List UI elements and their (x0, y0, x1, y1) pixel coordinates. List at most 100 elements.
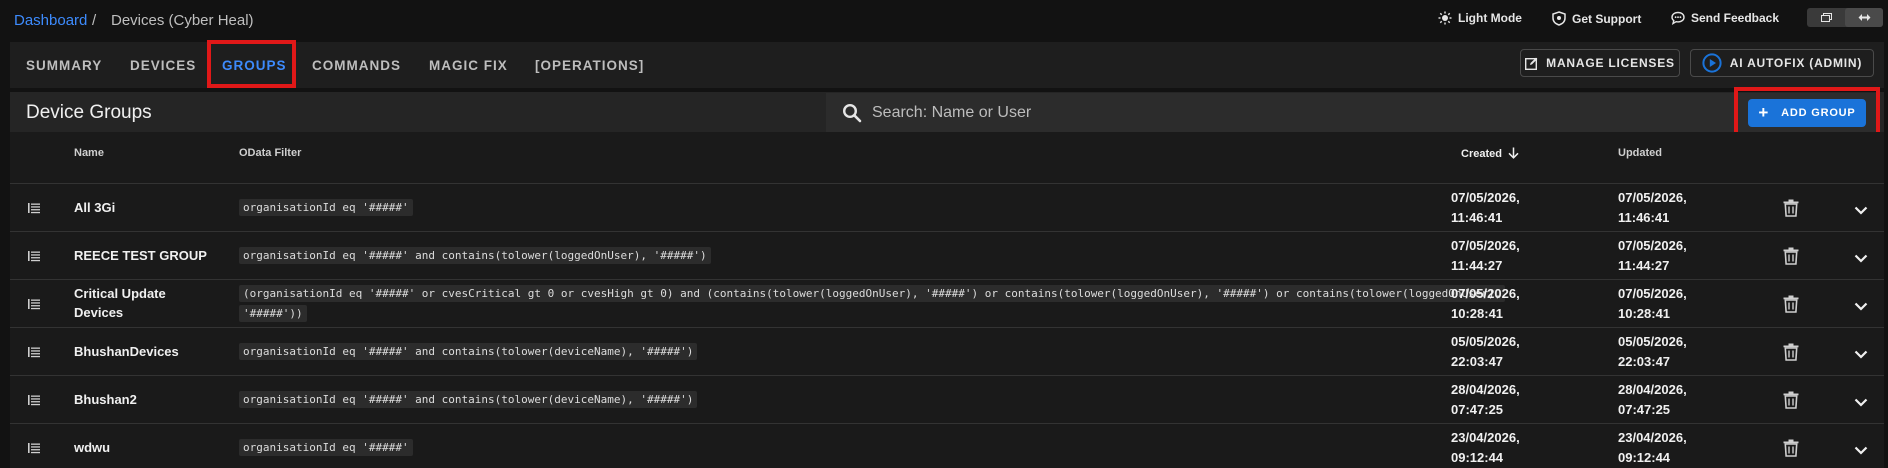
updated-timestamp-line: 22:03:47 (1618, 354, 1671, 369)
odata-filter: organisationId eq '#####' and contains(t… (239, 342, 698, 362)
table-row[interactable]: wdwu organisationId eq '#####' 23/04/2026,… (10, 424, 1884, 468)
created-timestamp: 07/05/2026, 11:44:27 (1451, 236, 1520, 276)
odata-filter-line: organisationId eq '#####' and contains(t… (239, 343, 698, 360)
drag-handle-icon[interactable] (28, 345, 40, 363)
updated-timestamp-line: 11:44:27 (1618, 258, 1670, 273)
group-name-line: Bhushan2 (74, 392, 137, 407)
delete-trash-icon[interactable] (1783, 295, 1799, 318)
odata-filter-line: (organisationId eq '#####' or cvesCritic… (239, 285, 1506, 302)
odata-filter: organisationId eq '#####' and contains(t… (239, 246, 711, 266)
created-timestamp: 05/05/2026, 22:03:47 (1451, 332, 1520, 372)
updated-timestamp-line: 05/05/2026, (1618, 334, 1687, 349)
updated-timestamp: 28/04/2026, 07:47:25 (1618, 380, 1687, 420)
delete-trash-icon[interactable] (1783, 391, 1799, 414)
tab-summary[interactable]: SUMMARY (26, 58, 102, 73)
created-timestamp-line: 05/05/2026, (1451, 334, 1520, 349)
send-feedback-label: Send Feedback (1691, 11, 1780, 25)
table-row[interactable]: BhushanDevices organisationId eq '#####' … (10, 328, 1884, 376)
drag-handle-icon[interactable] (28, 441, 40, 459)
ai-autofix-button[interactable]: AI AUTOFIX (ADMIN) (1690, 49, 1874, 77)
updated-timestamp-line: 07/05/2026, (1618, 286, 1687, 301)
column-header-odata-filter[interactable]: OData Filter (239, 147, 301, 159)
group-name: BhushanDevices (74, 342, 179, 361)
play-circle-icon (1702, 53, 1722, 73)
get-support-label: Get Support (1572, 11, 1642, 26)
odata-filter: organisationId eq '#####' (239, 438, 413, 458)
delete-trash-icon[interactable] (1783, 439, 1799, 462)
drag-handle-icon[interactable] (28, 393, 40, 411)
windowed-view-button[interactable] (1807, 8, 1845, 27)
sort-down-arrow-icon (1508, 147, 1519, 159)
odata-filter: (organisationId eq '#####' or cvesCritic… (239, 284, 1506, 324)
manage-licenses-button[interactable]: MANAGE LICENSES (1520, 49, 1680, 77)
group-name: wdwu (74, 438, 110, 457)
chevron-down-icon[interactable] (1854, 298, 1868, 316)
view-toggle-group (1807, 8, 1883, 27)
updated-timestamp: 07/05/2026, 10:28:41 (1618, 284, 1687, 324)
tab-operations[interactable]: [OPERATIONS] (535, 58, 644, 73)
chat-bubble-icon (1671, 11, 1685, 25)
column-header-created[interactable]: Created (1461, 147, 1519, 160)
created-timestamp-line: 07:47:25 (1451, 402, 1504, 417)
full-width-view-button[interactable] (1845, 8, 1883, 27)
get-support-button[interactable]: Get Support (1552, 11, 1641, 26)
created-timestamp-line: 07/05/2026, (1451, 286, 1520, 301)
group-name-line: Critical Update (74, 286, 166, 301)
drag-handle-icon[interactable] (28, 201, 40, 219)
table-header: Name OData Filter Created Updated (10, 132, 1884, 184)
tab-devices[interactable]: DEVICES (130, 58, 196, 73)
table-row[interactable]: All 3Gi organisationId eq '#####' 07/05/20… (10, 184, 1884, 232)
table-row[interactable]: REECE TEST GROUP organisationId eq '#####… (10, 232, 1884, 280)
updated-timestamp-line: 09:12:44 (1618, 450, 1671, 465)
chevron-down-icon[interactable] (1854, 442, 1868, 460)
created-timestamp: 23/04/2026, 09:12:44 (1451, 428, 1520, 468)
table-row[interactable]: Critical Update Devices (organisationId eq… (10, 280, 1884, 328)
delete-trash-icon[interactable] (1783, 343, 1799, 366)
column-header-name[interactable]: Name (74, 147, 104, 159)
edit-square-icon (1525, 57, 1538, 70)
group-name-line: wdwu (74, 440, 111, 455)
chevron-down-icon[interactable] (1854, 202, 1868, 220)
delete-trash-icon[interactable] (1783, 247, 1799, 270)
delete-trash-icon[interactable] (1783, 199, 1799, 222)
restore-window-icon (1820, 13, 1832, 22)
search-icon (842, 103, 862, 122)
chevron-down-icon[interactable] (1854, 346, 1868, 364)
light-mode-button[interactable]: Light Mode (1438, 11, 1522, 25)
group-name-line: BhushanDevices (74, 344, 179, 359)
group-name: All 3Gi (74, 198, 115, 217)
table-row[interactable]: Bhushan2 organisationId eq '#####' and co… (10, 376, 1884, 424)
ai-autofix-label: AI AUTOFIX (ADMIN) (1729, 56, 1863, 70)
group-name: Bhushan2 (74, 390, 137, 409)
groups-tab-highlight (207, 40, 296, 88)
odata-filter-line: organisationId eq '#####' (239, 439, 413, 456)
tab-commands[interactable]: COMMANDS (312, 58, 401, 73)
tab-magic-fix[interactable]: MAGIC FIX (429, 58, 508, 73)
manage-licenses-label: MANAGE LICENSES (1546, 56, 1675, 70)
chevron-down-icon[interactable] (1854, 250, 1868, 268)
odata-filter-line: organisationId eq '#####' (239, 199, 413, 216)
group-name: Critical Update Devices (74, 284, 166, 322)
top-bar: Dashboard / Devices (Cyber Heal) Light M… (0, 0, 1888, 40)
created-timestamp: 28/04/2026, 07:47:25 (1451, 380, 1520, 420)
search-input[interactable] (872, 103, 1672, 122)
created-timestamp: 07/05/2026, 11:46:41 (1451, 188, 1520, 228)
chevron-down-icon[interactable] (1854, 394, 1868, 412)
odata-filter-line: '#####')) (239, 305, 307, 322)
updated-timestamp-line: 07/05/2026, (1618, 238, 1687, 253)
drag-handle-icon[interactable] (28, 297, 40, 315)
created-timestamp-line: 10:28:41 (1451, 306, 1504, 321)
group-name-line: All 3Gi (74, 200, 116, 215)
breadcrumb-dashboard-link[interactable]: Dashboard (14, 12, 87, 29)
updated-timestamp-line: 10:28:41 (1618, 306, 1671, 321)
updated-timestamp-line: 23/04/2026, (1618, 430, 1687, 445)
column-header-updated[interactable]: Updated (1618, 147, 1662, 159)
odata-filter: organisationId eq '#####' (239, 198, 413, 218)
odata-filter-line: organisationId eq '#####' and contains(t… (239, 391, 698, 408)
created-timestamp-line: 22:03:47 (1451, 354, 1504, 369)
send-feedback-button[interactable]: Send Feedback (1671, 11, 1779, 25)
drag-handle-icon[interactable] (28, 249, 40, 267)
shield-icon (1552, 11, 1566, 26)
page-title: Device Groups (26, 102, 152, 123)
created-timestamp-line: 28/04/2026, (1451, 382, 1520, 397)
